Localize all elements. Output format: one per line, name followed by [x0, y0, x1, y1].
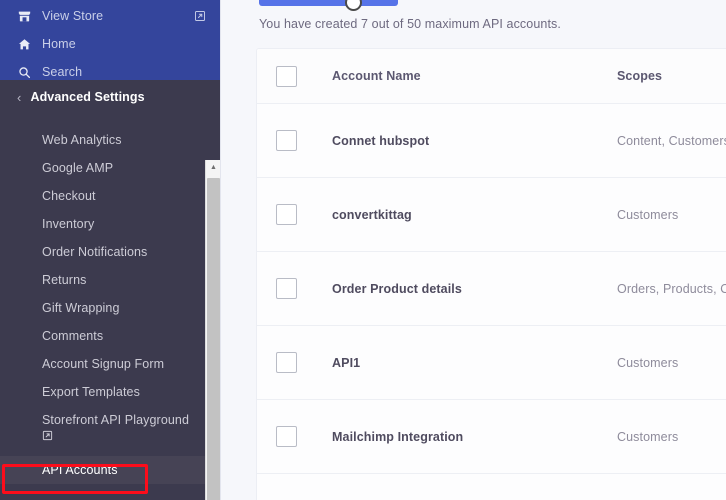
- cell-account-name: API1: [332, 355, 361, 370]
- row-checkbox[interactable]: [276, 130, 297, 151]
- mouse-cursor: [345, 0, 362, 11]
- sidebar-item-comments[interactable]: Comments: [0, 322, 220, 350]
- scrollbar-thumb[interactable]: [207, 178, 220, 500]
- row-select-cell[interactable]: [276, 204, 332, 225]
- table-row[interactable]: [257, 474, 726, 500]
- main-content: You have created 7 out of 50 maximum API…: [220, 0, 726, 500]
- external-link-icon: [194, 10, 206, 22]
- create-api-account-button[interactable]: [259, 0, 398, 6]
- sidebar-item-label: View Store: [42, 9, 104, 23]
- sidebar-item-label: Home: [42, 37, 76, 51]
- sidebar-item-view-store[interactable]: View Store: [0, 2, 220, 30]
- select-all-cell[interactable]: [276, 65, 332, 87]
- sidebar: View Store Home Search ‹ Advanced Settin…: [0, 0, 220, 500]
- home-icon: [18, 38, 38, 51]
- sidebar-item-gift-wrapping[interactable]: Gift Wrapping: [0, 294, 220, 322]
- admin-page: View Store Home Search ‹ Advanced Settin…: [0, 0, 726, 500]
- sidebar-menu-panel: ‹ Advanced Settings Web Analytics Google…: [0, 80, 220, 500]
- table-row[interactable]: Mailchimp Integration Customers: [257, 400, 726, 474]
- cell-scopes: Customers: [617, 429, 679, 444]
- cell-scopes: Customers: [617, 207, 679, 222]
- cell-account-name: convertkittag: [332, 207, 412, 222]
- cell-account-name: Order Product details: [332, 281, 462, 296]
- cell-account-name: Mailchimp Integration: [332, 429, 464, 444]
- sidebar-item-home[interactable]: Home: [0, 30, 220, 58]
- row-select-cell[interactable]: [276, 130, 332, 151]
- row-checkbox[interactable]: [276, 204, 297, 225]
- sidebar-section-title: Advanced Settings: [30, 90, 145, 104]
- sidebar-menu: Web Analytics Google AMP Checkout Invent…: [0, 126, 220, 484]
- row-select-cell[interactable]: [276, 278, 332, 299]
- row-checkbox[interactable]: [276, 352, 297, 373]
- cell-scopes: Orders, Products, Orde: [617, 281, 726, 296]
- sidebar-item-order-notifications[interactable]: Order Notifications: [0, 238, 220, 266]
- sidebar-item-storefront-api-playground[interactable]: Storefront API Playground: [0, 406, 220, 456]
- sidebar-section-header[interactable]: ‹ Advanced Settings: [0, 80, 220, 114]
- select-all-checkbox[interactable]: [276, 65, 297, 87]
- back-chevron-icon[interactable]: ‹: [17, 91, 21, 104]
- sidebar-item-inventory[interactable]: Inventory: [0, 210, 220, 238]
- table-row[interactable]: API1 Customers: [257, 326, 726, 400]
- cell-scopes: Content, Customers, M: [617, 133, 726, 148]
- sidebar-item-checkout[interactable]: Checkout: [0, 182, 220, 210]
- sidebar-item-api-accounts[interactable]: API Accounts: [0, 456, 220, 484]
- column-header-account-name: Account Name: [332, 69, 421, 83]
- sidebar-item-export-templates[interactable]: Export Templates: [0, 378, 220, 406]
- external-link-icon: [42, 430, 210, 441]
- table-header-row: Account Name Scopes: [257, 49, 726, 104]
- sidebar-item-web-analytics[interactable]: Web Analytics: [0, 126, 220, 154]
- row-checkbox[interactable]: [276, 278, 297, 299]
- table-row[interactable]: Connet hubspot Content, Customers, M: [257, 104, 726, 178]
- sidebar-item-label: Storefront API Playground: [42, 413, 190, 427]
- search-icon: [18, 66, 38, 79]
- account-quota-note: You have created 7 out of 50 maximum API…: [259, 17, 561, 31]
- sidebar-item-account-signup-form[interactable]: Account Signup Form: [0, 350, 220, 378]
- sidebar-item-google-amp[interactable]: Google AMP: [0, 154, 220, 182]
- row-select-cell[interactable]: [276, 352, 332, 373]
- cell-scopes: Customers: [617, 355, 679, 370]
- sidebar-item-returns[interactable]: Returns: [0, 266, 220, 294]
- sidebar-top-nav: View Store Home Search: [0, 0, 220, 80]
- store-icon: [18, 10, 38, 23]
- row-select-cell[interactable]: [276, 426, 332, 447]
- table-row[interactable]: convertkittag Customers: [257, 178, 726, 252]
- sidebar-item-label: Search: [42, 65, 83, 79]
- sidebar-scrollbar[interactable]: ▲ ▼: [205, 160, 220, 500]
- api-accounts-table: Account Name Scopes Connet hubspot Conte…: [256, 48, 726, 500]
- table-row[interactable]: Order Product details Orders, Products, …: [257, 252, 726, 326]
- scroll-up-arrow-icon[interactable]: ▲: [206, 160, 220, 175]
- row-checkbox[interactable]: [276, 426, 297, 447]
- cell-account-name: Connet hubspot: [332, 133, 430, 148]
- column-header-scopes: Scopes: [617, 69, 663, 83]
